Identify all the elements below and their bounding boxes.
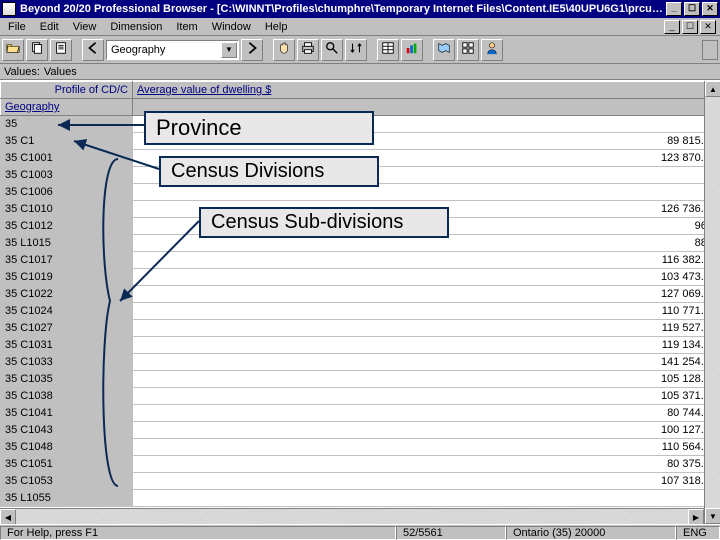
app-icon <box>2 2 16 16</box>
status-help: For Help, press F1 <box>0 526 396 540</box>
status-lang: ENG <box>676 526 720 540</box>
hand-button[interactable] <box>273 39 295 61</box>
tile-button[interactable] <box>457 39 479 61</box>
person-icon <box>485 41 499 58</box>
menu-help[interactable]: Help <box>259 20 294 34</box>
status-count-text: 52/5561 <box>403 527 443 539</box>
printer-icon <box>301 41 315 58</box>
sort-button[interactable] <box>345 39 367 61</box>
status-region-text: Ontario (35) 20000 <box>513 527 605 539</box>
arrow-left-icon <box>86 41 100 58</box>
menu-view[interactable]: View <box>67 20 103 34</box>
table-icon <box>381 41 395 58</box>
arrow-right-icon <box>245 41 259 58</box>
menu-item[interactable]: Item <box>170 20 203 34</box>
menubar: File Edit View Dimension Item Window Hel… <box>0 18 720 36</box>
titlebar: Beyond 20/20 Professional Browser - [C:\… <box>0 0 720 18</box>
grid-area: Profile of CD/C Average value of dwellin… <box>0 80 720 524</box>
minimize-button[interactable]: _ <box>666 2 682 16</box>
status-help-text: For Help, press F1 <box>7 527 98 539</box>
map-icon <box>437 41 451 58</box>
menu-file[interactable]: File <box>2 20 32 34</box>
annotation-arrows <box>0 81 720 524</box>
active-dimension-label: Geography <box>111 44 221 56</box>
mdi-maximize-button[interactable]: ☐ <box>682 20 698 34</box>
menu-window[interactable]: Window <box>206 20 257 34</box>
values-label: Values: <box>4 66 40 78</box>
copy-button[interactable] <box>26 39 48 61</box>
bar-chart-icon <box>405 41 419 58</box>
values-bar: Values: Values <box>0 64 720 80</box>
statusbar: For Help, press F1 52/5561 Ontario (35) … <box>0 524 720 540</box>
chart-button[interactable] <box>401 39 423 61</box>
document-icon <box>54 41 68 58</box>
toolbar-scroll[interactable] <box>702 40 718 60</box>
next-dimension-button[interactable] <box>241 39 263 61</box>
print-button[interactable] <box>297 39 319 61</box>
menu-edit[interactable]: Edit <box>34 20 65 34</box>
open-button[interactable] <box>2 39 24 61</box>
windows-icon <box>461 41 475 58</box>
prev-dimension-button[interactable] <box>82 39 104 61</box>
menu-dimension[interactable]: Dimension <box>104 20 168 34</box>
close-button[interactable]: ✕ <box>702 2 718 16</box>
find-button[interactable] <box>321 39 343 61</box>
values-value: Values <box>44 66 77 78</box>
folder-open-icon <box>6 41 20 58</box>
window-title: Beyond 20/20 Professional Browser - [C:\… <box>20 3 666 15</box>
table-button[interactable] <box>377 39 399 61</box>
chevron-down-icon: ▼ <box>221 42 237 58</box>
copy-icon <box>30 41 44 58</box>
toolbar: Geography ▼ <box>0 36 720 64</box>
hand-icon <box>277 41 291 58</box>
status-lang-text: ENG <box>683 527 707 539</box>
user-button[interactable] <box>481 39 503 61</box>
map-button[interactable] <box>433 39 455 61</box>
mdi-close-button[interactable]: ✕ <box>700 20 716 34</box>
maximize-button[interactable]: ☐ <box>684 2 700 16</box>
active-dimension-combo[interactable]: Geography ▼ <box>106 40 239 60</box>
status-region: Ontario (35) 20000 <box>506 526 676 540</box>
search-icon <box>325 41 339 58</box>
sort-icon <box>349 41 363 58</box>
status-count: 52/5561 <box>396 526 506 540</box>
paste-button[interactable] <box>50 39 72 61</box>
mdi-minimize-button[interactable]: _ <box>664 20 680 34</box>
